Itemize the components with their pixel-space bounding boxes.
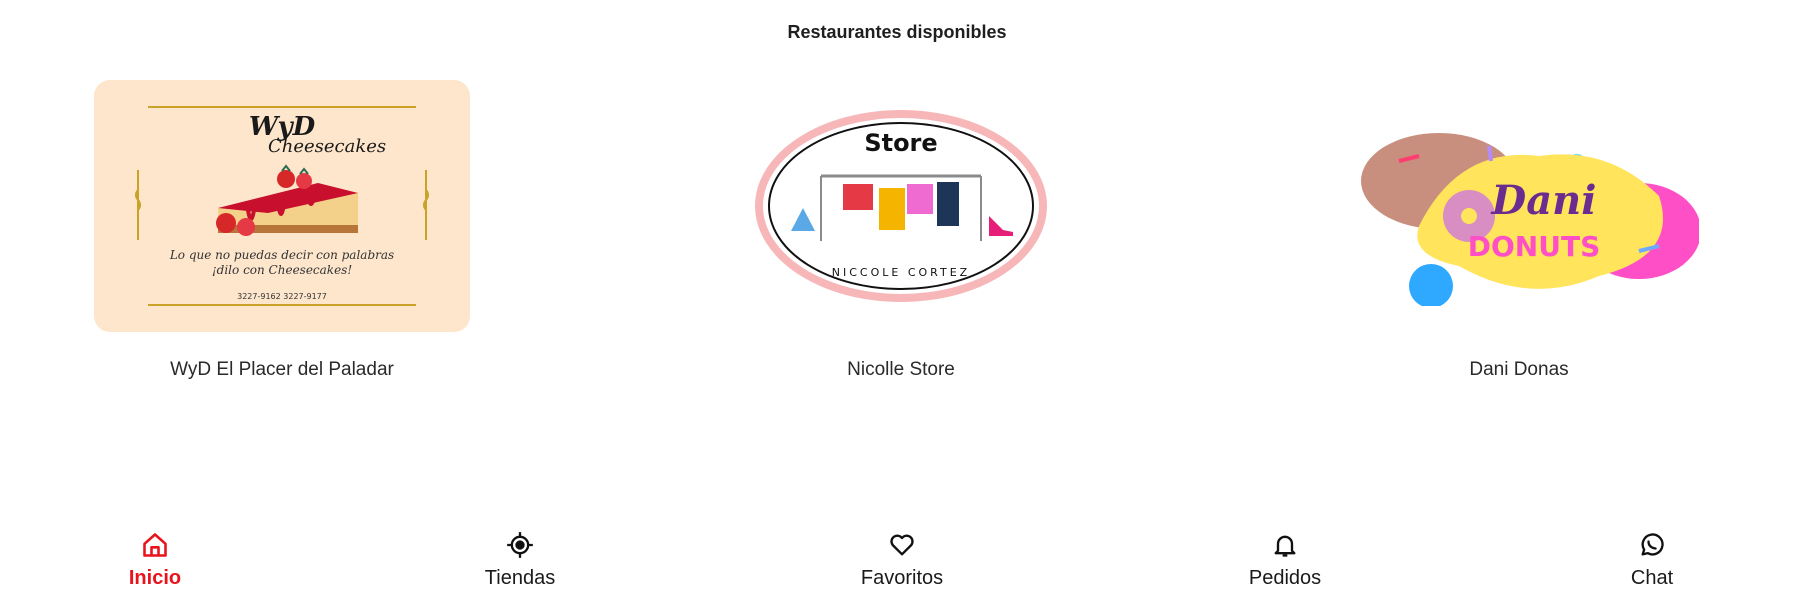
clothing-rack-icon: Store NICCOLE CORTEZ bbox=[755, 110, 1047, 302]
nav-item-pedidos[interactable]: Pedidos bbox=[1210, 527, 1360, 590]
store-name[interactable]: Dani Donas bbox=[1331, 359, 1707, 381]
store-card-dani[interactable]: Dani DONUTS Dani Donas bbox=[1331, 80, 1707, 381]
logo-subtitle: DONUTS bbox=[1468, 230, 1600, 263]
store-logo-nicolle[interactable]: Store NICCOLE CORTEZ bbox=[713, 80, 1089, 332]
cheesecake-icon bbox=[216, 164, 358, 236]
store-card-wyd[interactable]: WyD Cheesecakes Lo que no puedas decir c… bbox=[94, 80, 470, 381]
tagline-line-2: ¡dilo con Cheesecakes! bbox=[211, 263, 353, 277]
location-target-icon bbox=[445, 527, 595, 563]
ornament-left-icon bbox=[135, 170, 141, 240]
bottom-navigation: Inicio Tiendas Favoritos Pedidos Chat bbox=[0, 517, 1794, 607]
nav-label: Favoritos bbox=[860, 567, 944, 589]
nav-label: Inicio bbox=[128, 567, 182, 589]
heart-icon bbox=[827, 527, 977, 563]
store-name[interactable]: Nicolle Store bbox=[713, 359, 1089, 381]
donut-icon: Dani DONUTS bbox=[1361, 133, 1699, 306]
nav-item-chat[interactable]: Chat bbox=[1577, 527, 1727, 590]
nav-item-inicio[interactable]: Inicio bbox=[80, 527, 230, 590]
page-title: Restaurantes disponibles bbox=[787, 22, 1007, 42]
logo-title: Dani bbox=[1491, 177, 1597, 224]
nav-label: Pedidos bbox=[1248, 567, 1322, 589]
logo-title: Store bbox=[864, 129, 937, 157]
store-logo-wyd[interactable]: WyD Cheesecakes Lo que no puedas decir c… bbox=[94, 80, 470, 332]
whatsapp-icon bbox=[1577, 527, 1727, 563]
logo-phones: 3227-9162 3227-9177 bbox=[237, 292, 327, 301]
logo-frame: WyD Cheesecakes Lo que no puedas decir c… bbox=[148, 106, 416, 306]
store-card-nicolle[interactable]: Store NICCOLE CORTEZ Nicolle Store bbox=[713, 80, 1089, 381]
store-name[interactable]: WyD El Placer del Paladar bbox=[94, 359, 470, 381]
nav-item-favoritos[interactable]: Favoritos bbox=[827, 527, 977, 590]
bell-icon bbox=[1210, 527, 1360, 563]
logo-ring-text: NICCOLE CORTEZ bbox=[832, 266, 970, 279]
nav-item-tiendas[interactable]: Tiendas bbox=[445, 527, 595, 590]
home-icon bbox=[80, 527, 230, 563]
nav-label: Chat bbox=[1630, 567, 1674, 589]
nav-label: Tiendas bbox=[484, 567, 556, 589]
logo-subtitle: Cheesecakes bbox=[268, 136, 387, 157]
store-logo-dani[interactable]: Dani DONUTS bbox=[1331, 80, 1707, 332]
tagline-line-1: Lo que no puedas decir con palabras bbox=[169, 248, 395, 262]
logo-tagline: Lo que no puedas decir con palabras ¡dil… bbox=[148, 248, 416, 278]
ornament-right-icon bbox=[423, 170, 429, 240]
